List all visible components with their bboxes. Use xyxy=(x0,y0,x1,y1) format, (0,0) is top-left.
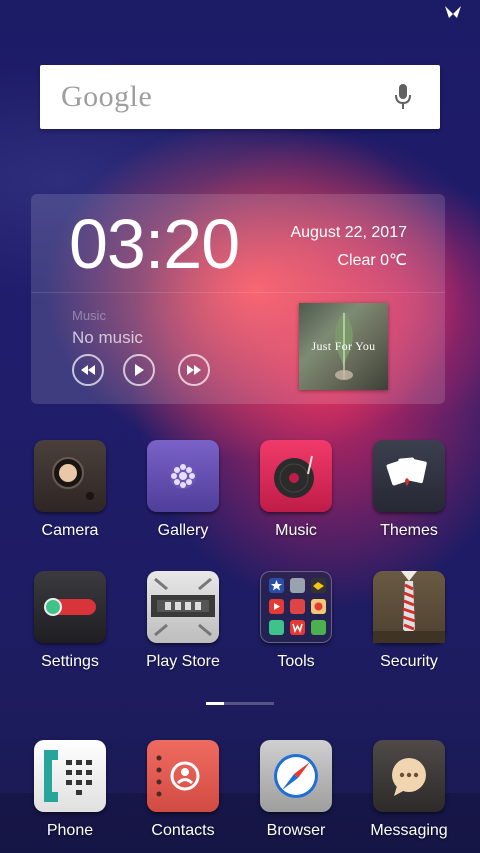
app-label: Camera xyxy=(41,522,99,539)
google-logo: Google xyxy=(61,80,153,113)
play-icon xyxy=(135,364,144,376)
app-camera[interactable]: Camera xyxy=(15,440,125,539)
dock-phone[interactable]: Phone xyxy=(15,740,125,839)
gallery-icon xyxy=(147,440,219,512)
weather-text: Clear 0℃ xyxy=(337,252,407,269)
app-gallery[interactable]: Gallery xyxy=(128,440,238,539)
page-indicator[interactable] xyxy=(206,702,274,705)
app-music[interactable]: Music xyxy=(241,440,351,539)
rewind-button[interactable] xyxy=(72,354,104,386)
settings-toggle-icon xyxy=(34,571,106,643)
tools-folder-icon xyxy=(260,571,332,643)
rewind-icon xyxy=(81,365,95,375)
app-themes[interactable]: Themes xyxy=(354,440,464,539)
widget-divider xyxy=(31,292,445,293)
phone-icon xyxy=(34,740,106,812)
music-icon xyxy=(260,440,332,512)
app-label: Browser xyxy=(266,822,326,839)
app-label: Phone xyxy=(46,822,94,839)
fast-forward-icon xyxy=(187,365,201,375)
app-label: Music xyxy=(275,522,317,539)
music-label: Music xyxy=(72,308,106,323)
camera-icon xyxy=(34,440,106,512)
browser-compass-icon xyxy=(260,740,332,812)
app-label: Gallery xyxy=(157,522,209,539)
status-bird-icon xyxy=(445,6,461,18)
app-play-store[interactable]: Play Store xyxy=(128,571,238,670)
themes-icon xyxy=(373,440,445,512)
music-status: No music xyxy=(72,328,143,347)
app-label: Settings xyxy=(41,653,99,670)
page-indicator-current xyxy=(206,702,224,705)
play-store-icon xyxy=(147,571,219,643)
date-text: August 22, 2017 xyxy=(290,224,407,241)
album-art[interactable]: Just For You xyxy=(299,303,388,390)
app-label: Tools xyxy=(277,653,315,670)
fast-forward-button[interactable] xyxy=(178,354,210,386)
app-label: Play Store xyxy=(146,653,220,670)
dock-browser[interactable]: Browser xyxy=(241,740,351,839)
google-search-bar[interactable]: Google xyxy=(40,65,440,129)
album-title: Just For You xyxy=(311,339,376,353)
microphone-icon[interactable] xyxy=(394,83,412,111)
clock-music-widget: 03:20 August 22, 2017 Clear 0℃ Music No … xyxy=(31,194,445,404)
app-label: Themes xyxy=(380,522,438,539)
dock-contacts[interactable]: Contacts xyxy=(128,740,238,839)
app-settings[interactable]: Settings xyxy=(15,571,125,670)
play-button[interactable] xyxy=(123,354,155,386)
app-label: Messaging xyxy=(370,822,448,839)
messaging-icon xyxy=(373,740,445,812)
dock-messaging[interactable]: Messaging xyxy=(354,740,464,839)
app-security[interactable]: Security xyxy=(354,571,464,670)
app-label: Contacts xyxy=(151,822,215,839)
app-tools-folder[interactable]: Tools xyxy=(241,571,351,670)
clock-time[interactable]: 03:20 xyxy=(69,204,240,284)
contacts-icon xyxy=(147,740,219,812)
app-label: Security xyxy=(380,653,438,670)
security-tie-icon xyxy=(373,571,445,643)
